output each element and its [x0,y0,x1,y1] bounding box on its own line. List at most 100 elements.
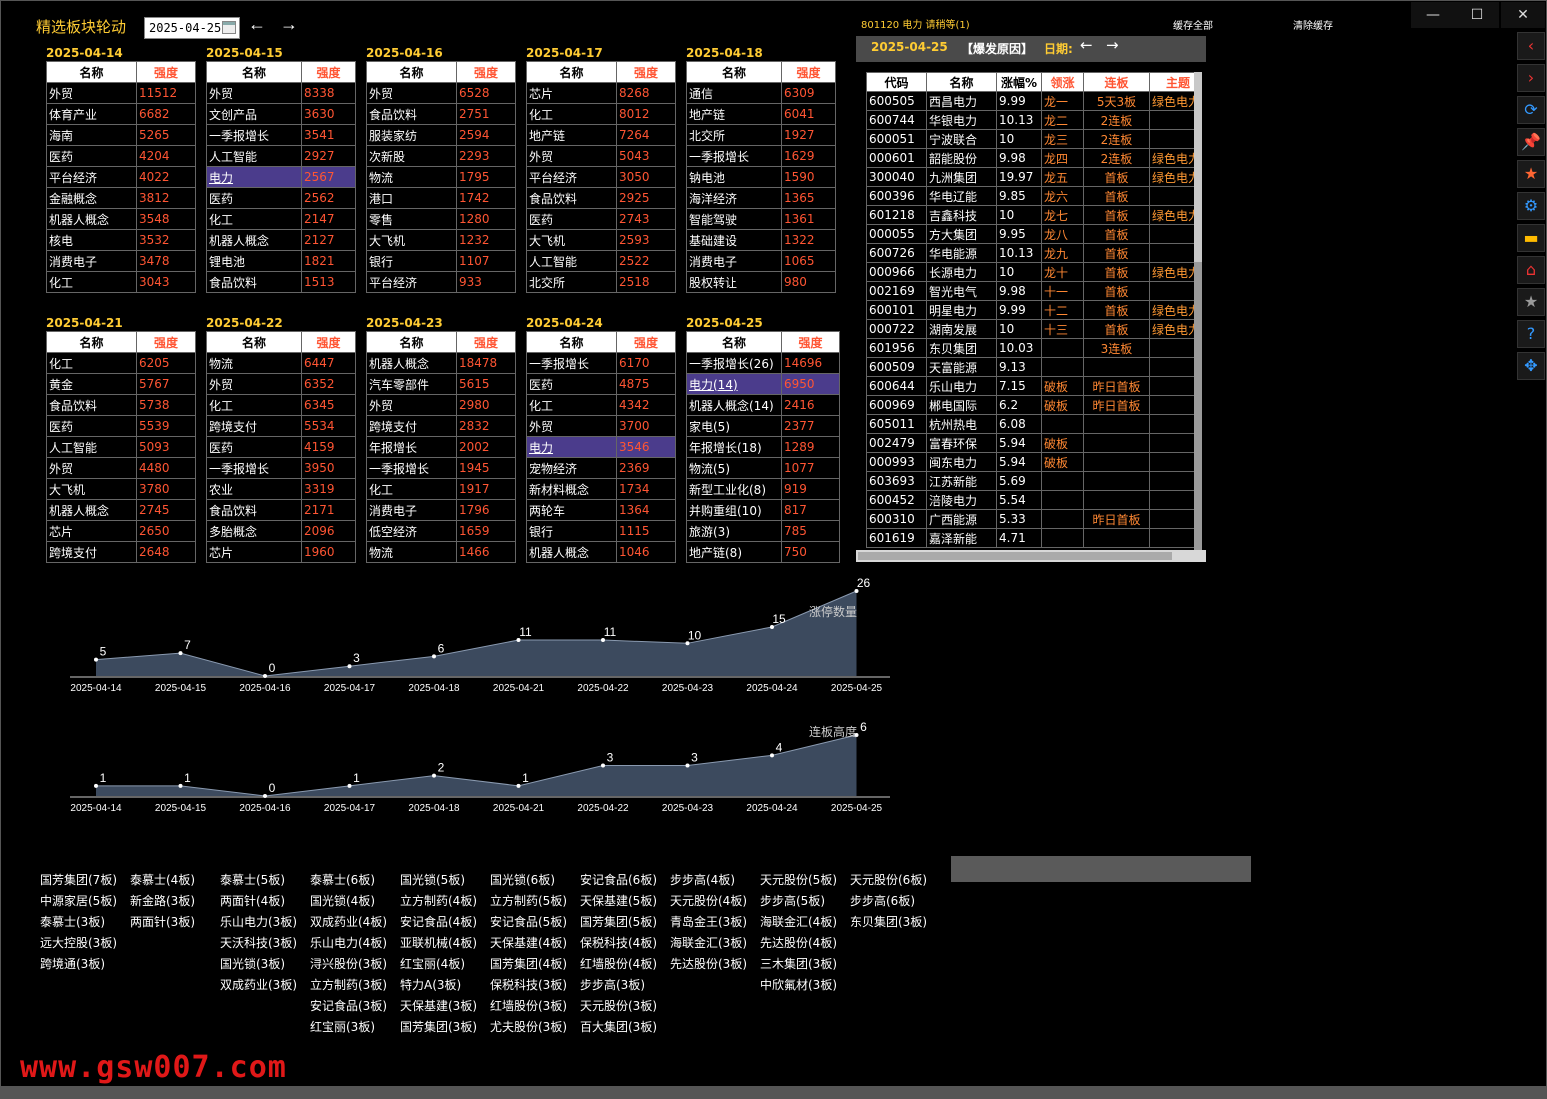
table-row[interactable]: 医药 2562 [206,187,356,209]
table-row[interactable]: 外贸 6528 [366,82,516,104]
list-item[interactable]: 红宝丽(3板) [310,1019,400,1040]
table-row[interactable]: 外贸 4480 [46,457,196,479]
list-item[interactable]: 天元股份(4板) [670,893,760,914]
table-row[interactable]: 低空经济 1659 [366,520,516,542]
table-row[interactable]: 锂电池 1821 [206,250,356,272]
table-row[interactable]: 一季报增长(26) 14696 [686,352,840,374]
strength-column-header[interactable]: 强度 [301,61,356,83]
table-row[interactable]: 605011 杭州热电 6.08 [866,414,1194,434]
table-row[interactable]: 002479 富春环保 5.94 破板 [866,433,1194,453]
table-row[interactable]: 600744 华银电力 10.13 龙二 2连板 [866,110,1194,130]
table-row[interactable]: 消费电子 3478 [46,250,196,272]
list-item[interactable]: 海联金汇(4板) [760,914,850,935]
table-row[interactable]: 600644 乐山电力 7.15 破板 昨日首板 [866,376,1194,396]
table-row[interactable]: 电力(14) 6950 [686,373,840,395]
table-row[interactable]: 零售 1280 [366,208,516,230]
table-row[interactable]: 家电(5) 2377 [686,415,840,437]
table-row[interactable]: 体育产业 6682 [46,103,196,125]
table-row[interactable]: 人工智能 5093 [46,436,196,458]
table-row[interactable]: 物流 1795 [366,166,516,188]
table-row[interactable]: 000601韶能股份9.98龙四2连板绿色电力 [866,148,1194,168]
table-row[interactable]: 外贸 5043 [526,145,676,167]
sector-name[interactable]: 机器人概念 [46,208,137,230]
sector-name[interactable]: 食品饮料 [206,271,302,293]
sector-name[interactable]: 一季报增长 [206,457,302,479]
table-row[interactable]: 智能驾驶 1361 [686,208,836,230]
sector-name[interactable]: 医药 [526,208,617,230]
table-row[interactable]: 食品饮料 2925 [526,187,676,209]
sector-name[interactable]: 外贸 [366,82,457,104]
list-item[interactable]: 百大集团(3板) [580,1019,670,1040]
list-item[interactable]: 乐山电力(4板) [310,935,400,956]
list-item[interactable]: 红墙股份(4板) [580,956,670,977]
name-column-header[interactable]: 名称 [206,61,302,83]
table-row[interactable]: 外贸 6352 [206,373,356,395]
name-column-header[interactable]: 名称 [206,331,302,353]
cache-all-button[interactable]: 缓存全部 [1173,17,1213,32]
table-row[interactable]: 大飞机 1232 [366,229,516,251]
table-row[interactable]: 外贸 8338 [206,82,356,104]
sector-name[interactable]: 一季报增长(26) [686,352,782,374]
table-row[interactable]: 物流 6447 [206,352,356,374]
list-item[interactable]: 青岛金王(3板) [670,914,760,935]
strength-column-header[interactable]: 强度 [781,61,836,83]
settings-icon[interactable]: ⚙ [1517,192,1545,220]
table-row[interactable]: 化工 8012 [526,103,676,125]
sector-name[interactable]: 电力(14) [686,373,782,395]
table-row[interactable]: 黄金 5767 [46,373,196,395]
list-item[interactable]: 天沃科技(3板) [220,935,310,956]
sector-name[interactable]: 机器人概念 [206,229,302,251]
list-item[interactable]: 泰慕士(6板) [310,872,400,893]
table-row[interactable]: 金融概念 3812 [46,187,196,209]
sector-name[interactable]: 物流(5) [686,457,782,479]
list-item[interactable]: 天保基建(5板) [580,893,670,914]
close-button[interactable]: ✕ [1501,2,1545,28]
sector-name[interactable]: 平台经济 [366,271,457,293]
table-row[interactable]: 外贸 3700 [526,415,676,437]
table-row[interactable]: 平台经济 4022 [46,166,196,188]
data-point[interactable] [347,664,352,669]
table-row[interactable]: 地产链(8) 750 [686,541,840,563]
list-item[interactable]: 立方制药(3板) [310,977,400,998]
table-row[interactable]: 化工 2147 [206,208,356,230]
table-row[interactable]: 电力 2567 [206,166,356,188]
sector-name[interactable]: 化工 [46,271,137,293]
table-row[interactable]: 600505西昌电力9.99龙一5天3板绿色电力 [866,91,1194,111]
sector-name[interactable]: 服装家纺 [366,124,457,146]
table-row[interactable]: 外贸 11512 [46,82,196,104]
table-row[interactable]: 食品饮料 1513 [206,271,356,293]
table-row[interactable]: 000722湖南发展10十三首板绿色电力 [866,319,1194,339]
table-row[interactable]: 600452 涪陵电力 5.54 [866,490,1194,510]
table-row[interactable]: 一季报增长 1629 [686,145,836,167]
table-row[interactable]: 服装家纺 2594 [366,124,516,146]
sector-name[interactable]: 外贸 [206,82,302,104]
table-row[interactable]: 化工 3043 [46,271,196,293]
help-icon[interactable]: ? [1517,320,1545,348]
sector-name[interactable]: 消费电子 [686,250,782,272]
table-row[interactable]: 大飞机 2593 [526,229,676,251]
table-row[interactable]: 一季报增长 3950 [206,457,356,479]
home-icon[interactable]: ⌂ [1517,256,1545,284]
prev-date-button[interactable]: ← [248,14,266,35]
table-row[interactable]: 电力 3546 [526,436,676,458]
next-date-button[interactable]: → [280,14,298,35]
sector-name[interactable]: 物流 [366,166,457,188]
sector-name[interactable]: 并购重组(10) [686,499,782,521]
sector-name[interactable]: 北交所 [526,271,617,293]
sector-name[interactable]: 芯片 [46,520,137,542]
data-point[interactable] [347,783,352,788]
sector-name[interactable]: 宠物经济 [526,457,617,479]
table-row[interactable]: 医药 5539 [46,415,196,437]
table-row[interactable]: 文创产品 3630 [206,103,356,125]
sector-name[interactable]: 人工智能 [46,436,137,458]
back-icon[interactable]: ‹ [1517,32,1545,60]
strength-column-header[interactable]: 强度 [616,331,676,353]
table-row[interactable]: 年报增长(18) 1289 [686,436,840,458]
table-row[interactable]: 000993 闽东电力 5.94 破板 [866,452,1194,472]
sector-name[interactable]: 电力 [526,436,617,458]
change-pct-column-header[interactable]: 涨幅% [996,72,1042,92]
list-item[interactable]: 天元股份(3板) [580,998,670,1019]
sector-name[interactable]: 化工 [526,103,617,125]
table-row[interactable]: 港口 1742 [366,187,516,209]
list-item[interactable]: 双成药业(3板) [220,977,310,998]
